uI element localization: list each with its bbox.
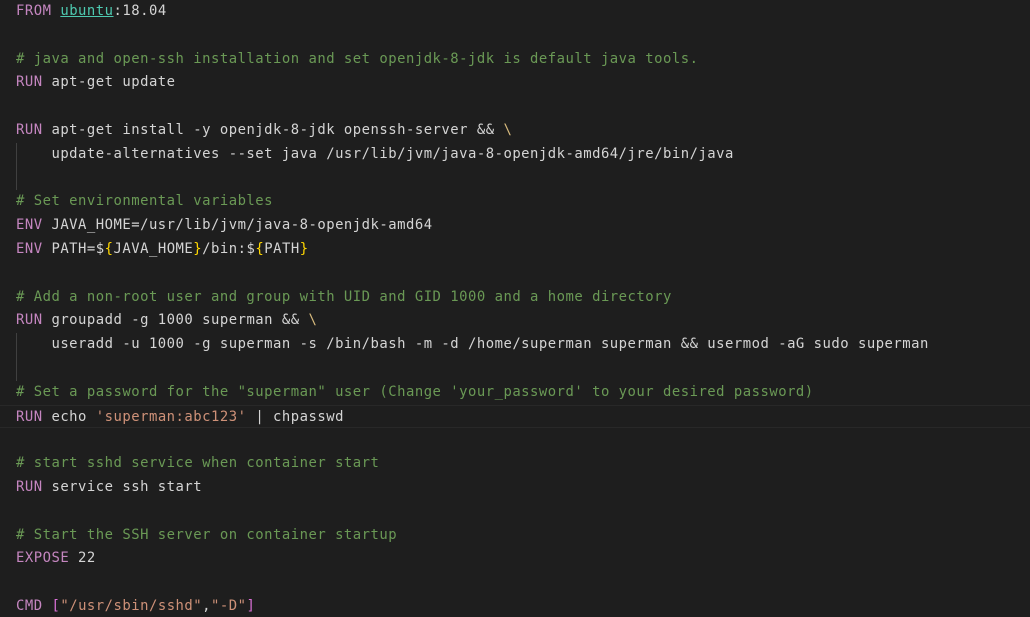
code-line[interactable]: useradd -u 1000 -g superman -s /bin/bash…: [0, 333, 1030, 357]
keyword-token: RUN: [16, 74, 43, 91]
code-token: \: [503, 122, 513, 138]
code-line[interactable]: # start sshd service when container star…: [0, 452, 1030, 476]
code-token: ubuntu: [60, 3, 114, 19]
comment-token: # Add a non-root user and group with UID…: [16, 288, 672, 305]
keyword-token: ENV: [16, 241, 43, 257]
code-token: PATH=$: [42, 241, 105, 257]
keyword-token: EXPOSE: [16, 550, 70, 567]
code-token: apt-get update: [42, 74, 176, 91]
code-token: update-alternatives --set java /usr/lib/…: [16, 145, 734, 162]
string-token: "/usr/sbin/sshd": [60, 598, 203, 614]
comment-token: # Start the SSH server on container star…: [16, 526, 398, 543]
code-line[interactable]: update-alternatives --set java /usr/lib/…: [0, 143, 1030, 167]
code-token: ,: [202, 598, 212, 614]
code-line[interactable]: [0, 428, 1030, 452]
code-line[interactable]: ENV PATH=${JAVA_HOME}/bin:${PATH}: [0, 238, 1030, 262]
code-line[interactable]: [0, 500, 1030, 524]
code-line[interactable]: RUN apt-get update: [0, 71, 1030, 95]
code-token: {: [104, 241, 114, 257]
code-token: ]: [246, 598, 256, 614]
keyword-token: ENV: [16, 217, 43, 234]
code-line[interactable]: EXPOSE 22: [0, 547, 1030, 571]
keyword-token: FROM: [16, 3, 52, 19]
keyword-token: RUN: [16, 408, 43, 425]
code-line[interactable]: [0, 24, 1030, 48]
code-token: | chpasswd: [246, 408, 344, 425]
code-line[interactable]: [0, 571, 1030, 595]
code-line[interactable]: [0, 167, 1030, 191]
code-line[interactable]: RUN groupadd -g 1000 superman && \: [0, 309, 1030, 333]
string-token: "-D": [211, 598, 247, 614]
code-line[interactable]: # Start the SSH server on container star…: [0, 524, 1030, 548]
code-token: [: [51, 598, 61, 614]
code-editor[interactable]: FROM ubuntu:18.04 # java and open-ssh ins…: [0, 0, 1030, 617]
code-token: PATH: [264, 241, 300, 257]
code-token: echo: [42, 408, 96, 425]
code-line[interactable]: [0, 357, 1030, 381]
comment-token: # start sshd service when container star…: [16, 455, 380, 472]
code-line[interactable]: # java and open-ssh installation and set…: [0, 48, 1030, 72]
code-token: \: [308, 312, 318, 329]
code-token: {: [255, 241, 265, 257]
code-token: useradd -u 1000 -g superman -s /bin/bash…: [16, 336, 929, 353]
code-line[interactable]: # Add a non-root user and group with UID…: [0, 286, 1030, 310]
code-line[interactable]: # Set a password for the "superman" user…: [0, 381, 1030, 405]
indent-guide: [16, 142, 17, 191]
indent-guide: [16, 333, 17, 381]
keyword-token: RUN: [16, 479, 43, 495]
string-token: 'superman:abc123': [95, 408, 247, 425]
code-line[interactable]: RUN apt-get install -y openjdk-8-jdk ope…: [0, 119, 1030, 143]
code-token: JAVA_HOME: [113, 241, 194, 257]
code-token: }: [299, 241, 309, 257]
code-line[interactable]: CMD ["/usr/sbin/sshd","-D"]: [0, 595, 1030, 617]
code-line[interactable]: RUN echo 'superman:abc123' | chpasswd: [0, 404, 1030, 429]
code-token: groupadd -g 1000 superman &&: [42, 312, 309, 329]
code-token: JAVA_HOME=/usr/lib/jvm/java-8-openjdk-am…: [42, 217, 433, 234]
code-line[interactable]: FROM ubuntu:18.04: [0, 0, 1030, 24]
comment-token: # Set a password for the "superman" user…: [16, 383, 814, 400]
code-token: service ssh start: [42, 479, 203, 495]
code-line[interactable]: [0, 95, 1030, 119]
keyword-token: RUN: [16, 312, 43, 329]
code-line[interactable]: [0, 262, 1030, 286]
code-token: }: [193, 241, 203, 257]
comment-token: # Set environmental variables: [16, 193, 274, 210]
code-token: /bin:$: [202, 241, 256, 257]
keyword-token: CMD: [16, 598, 43, 614]
code-token: 22: [69, 550, 96, 567]
code-token: apt-get install -y openjdk-8-jdk openssh…: [42, 122, 504, 138]
code-line[interactable]: # Set environmental variables: [0, 190, 1030, 214]
code-line[interactable]: RUN service ssh start: [0, 476, 1030, 500]
keyword-token: RUN: [16, 122, 43, 138]
comment-token: # java and open-ssh installation and set…: [16, 50, 699, 67]
code-line[interactable]: ENV JAVA_HOME=/usr/lib/jvm/java-8-openjd…: [0, 214, 1030, 238]
code-token: :18.04: [113, 3, 167, 19]
